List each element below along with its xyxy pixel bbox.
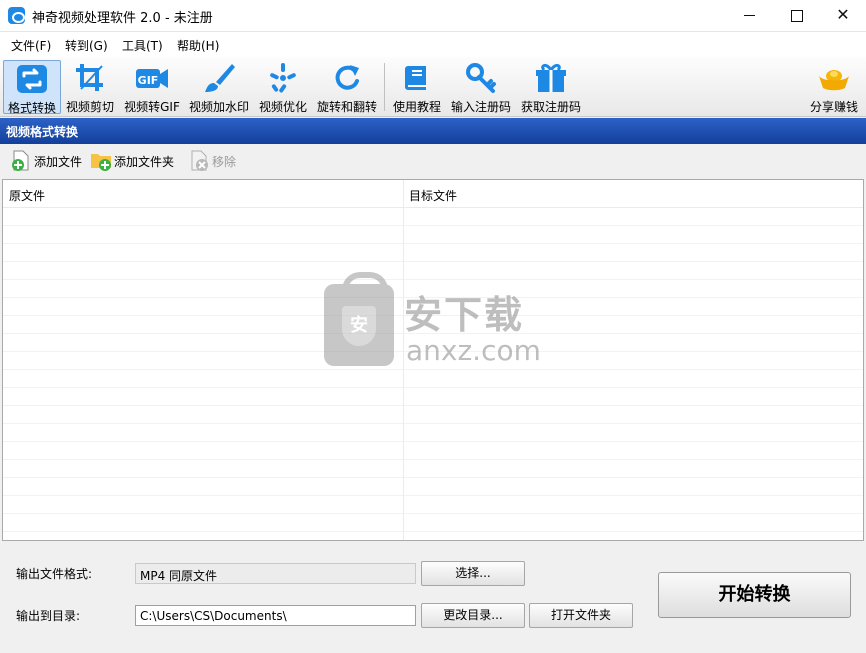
tool-get-code[interactable]: 获取注册码 (518, 60, 584, 114)
main-toolbar: 格式转换 视频剪切 GIF 视频转GIF 视频加水印 视频优化 旋转和翻转 使用… (0, 57, 866, 117)
tool-video-cut[interactable]: 视频剪切 (62, 60, 118, 114)
tool-format-convert[interactable]: 格式转换 (3, 60, 61, 115)
menu-file[interactable]: 文件(F) (11, 37, 51, 54)
column-source-file[interactable]: 原文件 (9, 187, 45, 204)
crop-icon (76, 64, 103, 91)
output-dir-label: 输出到目录: (16, 609, 81, 623)
minimize-button[interactable] (727, 0, 773, 32)
column-target-file[interactable]: 目标文件 (409, 187, 457, 204)
tool-video-watermark[interactable]: 视频加水印 (186, 60, 252, 114)
add-folder-label: 添加文件夹 (114, 155, 175, 169)
menu-tools[interactable]: 工具(T) (122, 37, 163, 54)
open-folder-button[interactable]: 打开文件夹 (529, 603, 633, 628)
tool-label: 输入注册码 (450, 100, 511, 114)
maximize-button[interactable] (773, 0, 819, 32)
watermark-bag-icon: 安 (324, 272, 394, 366)
tool-rotate-flip[interactable]: 旋转和翻转 (313, 60, 381, 114)
tool-label: 使用教程 (392, 100, 441, 114)
menu-bar: 文件(F) 转到(G) 工具(T) 帮助(H) (0, 32, 866, 57)
gift-icon (536, 63, 566, 92)
add-file-button[interactable]: 添加文件 (10, 150, 86, 174)
gold-ingot-icon (819, 70, 849, 91)
window-title: 神奇视频处理软件 2.0 - 未注册 (32, 11, 213, 26)
format-convert-icon (17, 65, 47, 93)
menu-goto[interactable]: 转到(G) (65, 37, 108, 54)
brush-icon (205, 64, 235, 92)
tool-label: 视频转GIF (124, 100, 180, 114)
remove-icon (191, 150, 208, 171)
title-bar: 神奇视频处理软件 2.0 - 未注册 ✕ (0, 0, 866, 32)
add-file-icon (12, 150, 29, 171)
output-format-field: MP4 同原文件 (135, 563, 416, 584)
toolbar-separator (384, 63, 385, 111)
tool-label: 视频优化 (258, 100, 307, 114)
tool-label: 视频加水印 (188, 100, 249, 114)
watermark-cn-text: 安下载 (404, 293, 525, 337)
start-convert-button[interactable]: 开始转换 (658, 572, 851, 618)
tool-label: 旋转和翻转 (316, 100, 377, 114)
rotate-icon (335, 65, 359, 90)
tool-tutorial[interactable]: 使用教程 (389, 60, 445, 114)
remove-button[interactable]: 移除 (188, 150, 244, 174)
tool-video-optimize[interactable]: 视频优化 (255, 60, 311, 114)
output-format-label: 输出文件格式: (16, 567, 93, 581)
add-folder-icon (91, 154, 111, 171)
select-format-button[interactable]: 选择... (421, 561, 525, 586)
table-header: 原文件 目标文件 (3, 180, 863, 208)
key-icon (466, 63, 496, 93)
tool-share-earn[interactable]: 分享赚钱 (806, 60, 862, 114)
add-folder-button[interactable]: 添加文件夹 (90, 150, 182, 174)
file-action-bar: 添加文件 添加文件夹 移除 (0, 144, 866, 178)
watermark-en-text: anxz.com (406, 334, 541, 367)
tool-label: 格式转换 (7, 101, 56, 115)
menu-help[interactable]: 帮助(H) (177, 37, 219, 54)
section-title: 视频格式转换 (0, 118, 866, 144)
add-file-label: 添加文件 (34, 155, 83, 169)
tool-video-gif[interactable]: GIF 视频转GIF (121, 60, 183, 114)
watermark-shield-icon: 安 (342, 306, 376, 346)
close-button[interactable]: ✕ (820, 0, 866, 32)
table-body (3, 208, 863, 540)
tool-label: 分享赚钱 (809, 100, 858, 114)
optimize-icon (270, 63, 296, 93)
tool-label: 视频剪切 (65, 100, 114, 114)
watermark: 安 安下载 anxz.com (322, 272, 542, 372)
tool-enter-code[interactable]: 输入注册码 (448, 60, 514, 114)
app-logo-icon (8, 7, 25, 24)
remove-label: 移除 (212, 155, 237, 169)
tool-label: 获取注册码 (520, 100, 581, 114)
output-dir-field[interactable]: C:\Users\CS\Documents\ (135, 605, 416, 626)
change-dir-button[interactable]: 更改目录... (421, 603, 525, 628)
book-icon (405, 66, 426, 90)
gif-icon: GIF (136, 69, 168, 88)
svg-text:GIF: GIF (138, 74, 159, 87)
